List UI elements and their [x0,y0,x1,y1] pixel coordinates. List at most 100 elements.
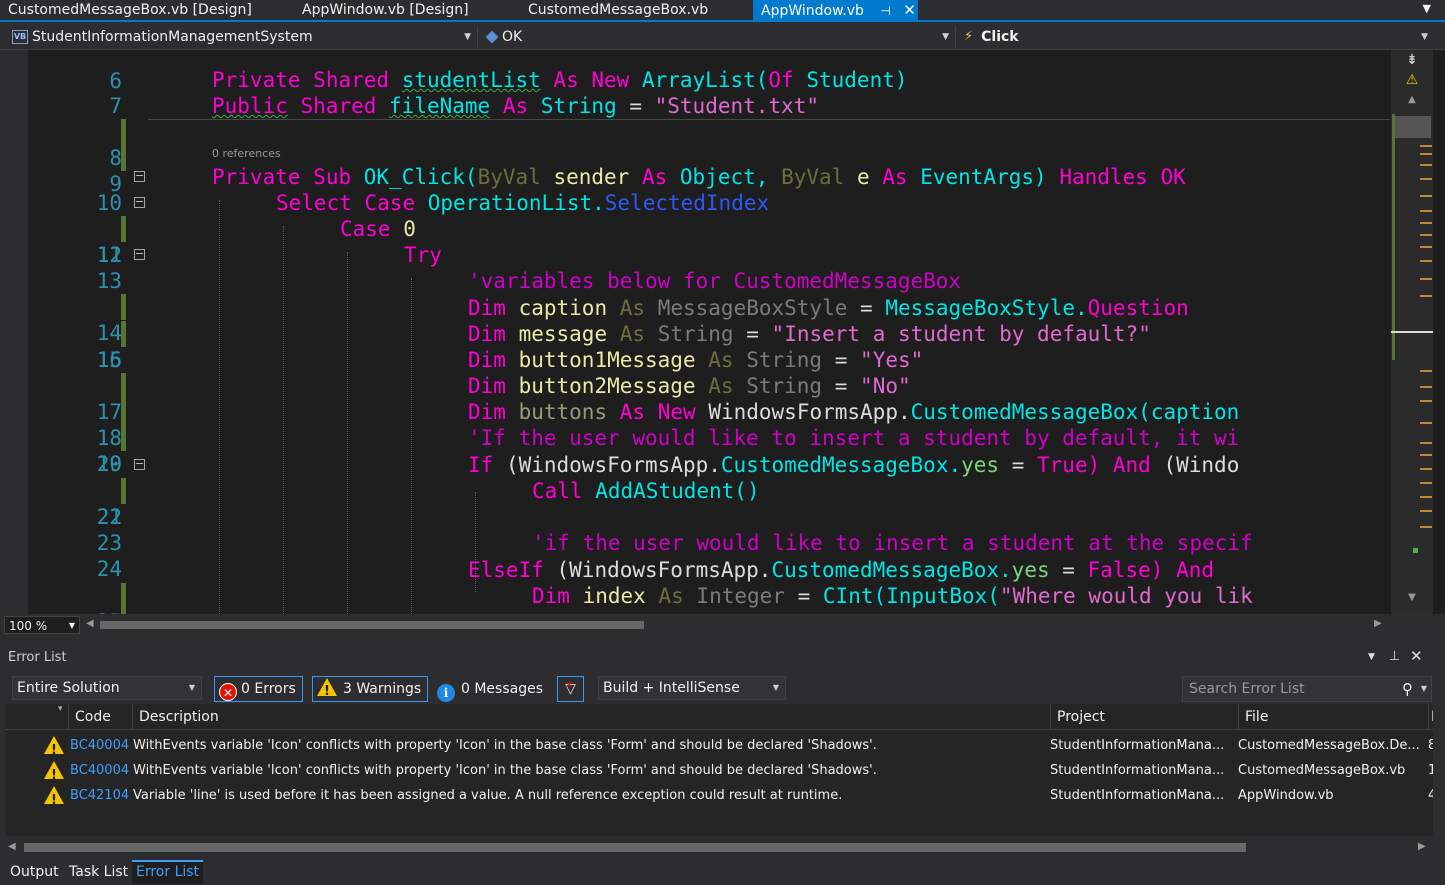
column-header-description[interactable]: Description [132,704,1050,730]
overview-mark [1420,195,1432,197]
code-token: Student) [806,68,908,92]
code-token: Handles [1059,165,1148,189]
tab-customedmessagebox-code[interactable]: CustomedMessageBox.vb [520,0,708,20]
grid-vertical-scrollbar[interactable] [1433,704,1445,836]
tab-appwindow-design[interactable]: AppWindow.vb [Design] [294,0,469,20]
code-token: As [619,296,646,320]
close-icon[interactable]: ✕ [1410,647,1423,665]
project-dropdown[interactable]: VB StudentInformationManagementSystem ▼ [4,26,478,48]
code-line: 9 [0,119,1390,196]
code-token: Call [532,479,583,503]
scroll-left-icon[interactable]: ◀ [86,618,94,629]
scroll-left-icon[interactable]: ◀ [8,841,16,852]
chevron-down-icon: ▼ [464,32,471,42]
code-line: 20 'If the user would like to insert a s… [0,425,1390,476]
table-row[interactable]: BC40004 WithEvents variable 'Icon' confl… [6,733,1433,763]
member-object-icon [485,30,499,44]
warning-code-link[interactable]: BC40004 [70,733,130,758]
scroll-down-icon[interactable]: ▼ [1393,592,1431,614]
code-token: (Windo [1163,453,1240,477]
table-row[interactable]: BC40004 WithEvents variable 'Icon' confl… [6,758,1433,788]
tab-customedmessagebox-design[interactable]: CustomedMessageBox.vb [Design] [0,0,252,20]
build-filter-dropdown[interactable]: Build + IntelliSense ▼ [598,676,786,700]
scroll-thumb[interactable] [24,843,1246,852]
messages-filter-button[interactable]: i 0 Messages [432,676,550,702]
tab-overflow-dropdown-icon[interactable]: ▼ [1423,2,1431,15]
scroll-thumb[interactable] [100,621,644,629]
panel-menu-dropdown-icon[interactable]: ▼ [1368,652,1375,662]
member-name: OK [502,29,523,45]
overview-mark [1420,454,1432,456]
code-token: String [657,322,734,346]
code-token: CustomedMessageBox(caption [910,400,1240,424]
errors-filter-button[interactable]: ✕ 0 Errors [214,676,303,702]
event-dropdown[interactable]: ⚡ Click ▼ [958,26,1434,48]
code-token: sender [553,165,630,189]
code-line: 8 Public Shared fileName As String = "St… [0,93,1390,170]
code-token: String [540,94,617,118]
grid-horizontal-scrollbar[interactable]: ◀ ▶ [6,840,1433,854]
code-token: yes [1011,558,1050,582]
code-editor[interactable]: 6 7 Private Shared studentList As New Ar… [0,50,1445,614]
column-header-code[interactable]: Code [68,704,132,730]
column-header-file[interactable]: File [1238,704,1428,730]
table-row[interactable]: BC42104 Variable 'line' is used before i… [6,783,1433,813]
code-token: New [591,68,630,92]
warning-icon[interactable]: ⚠ [1393,72,1431,94]
code-text: Try [404,242,442,268]
search-error-list-input[interactable]: Search Error List ⚲ ▼ [1182,676,1432,702]
tab-error-list[interactable]: Error List [132,860,204,884]
code-token: Select [276,191,352,215]
codelens-references[interactable]: 0 references [212,147,281,160]
tab-task-list[interactable]: Task List [65,860,132,884]
chevron-down-icon: ▼ [68,621,75,630]
pin-icon[interactable]: ⊥ [1389,649,1400,664]
warnings-count: 3 Warnings [343,681,422,697]
scroll-thumb[interactable] [1395,116,1431,138]
overview-mark [1420,442,1432,444]
code-token: And [1176,558,1215,582]
messages-count: 0 Messages [461,681,544,697]
code-token: As [658,584,684,608]
close-icon[interactable]: ✕ [903,0,916,20]
editor-status-bar: 100 % ▼ ◀ ▶ [0,614,1445,636]
member-dropdown[interactable]: OK ▼ [480,26,956,48]
scroll-up-icon[interactable]: ▲ [1393,94,1431,116]
search-icon[interactable]: ⚲ [1402,677,1413,701]
code-text: Dim button1Message As String = "Yes" [468,347,923,373]
horizontal-scrollbar[interactable]: ◀ ▶ [86,618,1386,632]
warning-icon [44,786,64,813]
sort-icon[interactable]: ▾ [58,704,63,714]
chevron-down-icon[interactable]: ▼ [1421,677,1427,701]
warnings-filter-button[interactable]: 3 Warnings [312,676,429,704]
code-line: 11 − Select Case OperationList.SelectedI… [0,190,1390,267]
pin-icon[interactable]: ⊣ [880,1,890,21]
scroll-right-icon[interactable]: ▶ [1418,841,1426,852]
warning-code-link[interactable]: BC42104 [70,783,130,808]
tab-appwindow-code[interactable]: AppWindow.vb ⊣ ✕ [753,0,918,20]
scope-dropdown[interactable]: Entire Solution ▼ [12,676,202,700]
code-token: Object, [679,165,769,189]
code-token: OK [1160,165,1186,189]
scroll-right-icon[interactable]: ▶ [1374,618,1382,629]
event-bolt-icon: ⚡ [964,29,974,44]
code-token: (WindowsFormsApp. [556,558,772,582]
overview-mark [1420,370,1432,372]
code-token: As [641,165,668,189]
overview-mark [1420,400,1432,402]
collapse-toggle-icon[interactable]: − [134,248,145,260]
split-view-icon[interactable]: ⇟ [1393,52,1431,74]
code-line: 14 'variables below for CustomedMessageB… [0,268,1390,345]
zoom-dropdown[interactable]: 100 % ▼ [4,616,80,634]
warning-code-link[interactable]: BC40004 [70,758,130,783]
collapse-toggle-icon[interactable]: − [134,458,145,470]
warning-description: WithEvents variable 'Icon' conflicts wit… [133,763,877,778]
tab-output[interactable]: Output [6,860,63,884]
error-icon: ✕ [219,683,237,701]
code-token: ElseIf [468,558,544,582]
code-token: Integer [696,584,785,608]
filter-clear-icon[interactable]: ✕ ▽ [557,676,584,702]
column-header-project[interactable]: Project [1050,704,1238,730]
collapse-toggle-icon[interactable]: − [134,170,145,182]
collapse-toggle-icon[interactable]: − [134,196,145,208]
